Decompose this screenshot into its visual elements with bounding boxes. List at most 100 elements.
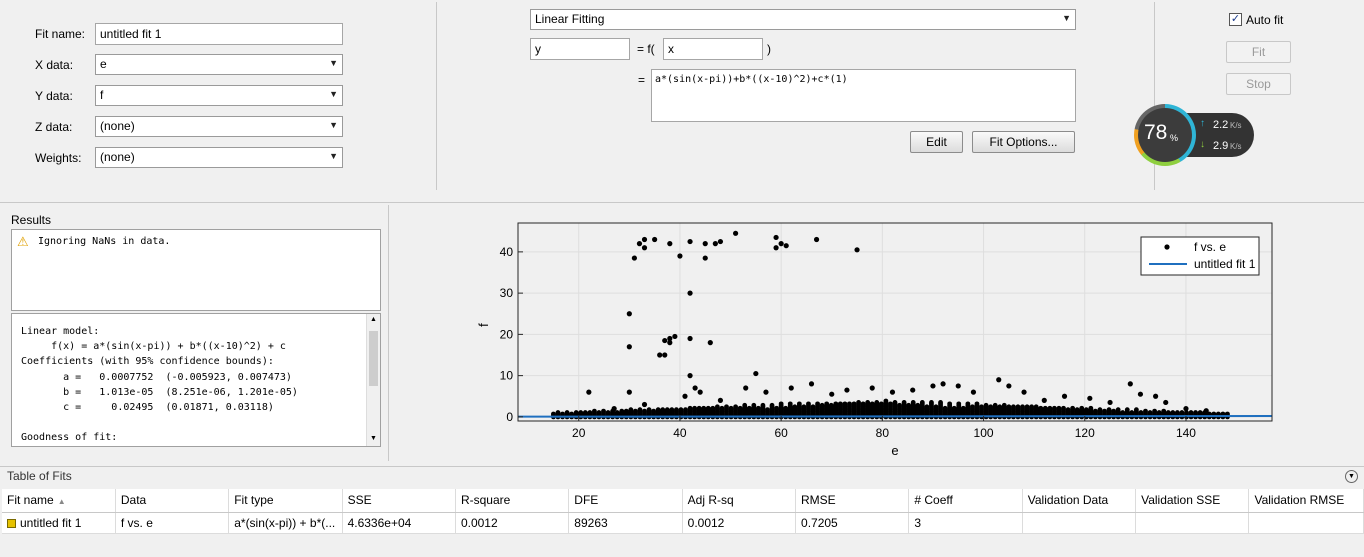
z-data-select[interactable]: (none) ▼ xyxy=(95,116,343,137)
column-header[interactable]: DFE xyxy=(568,489,683,513)
data-point xyxy=(860,401,866,407)
data-point xyxy=(743,385,749,391)
column-header[interactable]: R-square xyxy=(455,489,570,513)
fit-button[interactable]: Fit xyxy=(1226,41,1291,63)
collapse-icon[interactable]: ▼ xyxy=(1345,470,1358,483)
data-point xyxy=(631,255,637,261)
z-data-label: Z data: xyxy=(35,120,73,134)
fit-options-button[interactable]: Fit Options... xyxy=(972,131,1075,153)
data-point xyxy=(788,385,794,391)
data-point xyxy=(942,405,948,411)
table-cell-text: 0.7205 xyxy=(801,515,838,530)
data-point xyxy=(910,400,916,405)
data-point xyxy=(992,402,998,408)
data-point xyxy=(687,405,693,411)
fit-name-label: Fit name: xyxy=(35,27,86,41)
data-point xyxy=(1015,404,1021,410)
data-point xyxy=(596,410,602,415)
data-point xyxy=(605,410,611,415)
fit-name-field[interactable]: untitled fit 1 xyxy=(95,23,343,45)
data-point xyxy=(652,236,658,243)
data-point xyxy=(705,405,711,411)
column-header[interactable]: Adj R-sq xyxy=(682,489,797,513)
fit-type-value: Linear Fitting xyxy=(535,12,605,26)
x-data-value: e xyxy=(100,57,107,71)
column-header-label: Data xyxy=(120,493,147,508)
table-row[interactable]: untitled fit 1 f vs. e a*(sin(x-pi)) + b*(… xyxy=(2,512,1364,534)
upload-speed: 2.2 xyxy=(1213,119,1229,131)
fit-plot[interactable]: 20 40 60 80 100 120 140 0 10 20 30 40 e f f vs. e u… xyxy=(392,205,1364,461)
data-point xyxy=(1163,399,1169,406)
data-point xyxy=(1006,404,1012,410)
data-point xyxy=(1138,410,1144,415)
data-point xyxy=(1061,393,1068,399)
data-point xyxy=(910,387,916,393)
data-point xyxy=(1193,410,1198,415)
table-cell-text: 4.6336e+04 xyxy=(347,515,412,530)
x-tick-label: 20 xyxy=(572,426,586,440)
y-axis-label: f xyxy=(476,323,491,327)
scroll-up-icon[interactable]: ▲ xyxy=(370,316,377,323)
close-paren-label: ) xyxy=(767,42,771,56)
data-point xyxy=(672,333,678,340)
data-point xyxy=(856,400,861,405)
auto-fit-checkbox[interactable]: ✓ xyxy=(1229,13,1242,26)
column-header[interactable]: Validation RMSE xyxy=(1248,489,1364,513)
data-point xyxy=(737,405,743,411)
warning-icon: ⚠ xyxy=(17,234,29,249)
data-point xyxy=(940,381,946,387)
column-header[interactable]: Fit name ▲ xyxy=(2,489,116,513)
y-tick-label: 40 xyxy=(500,245,514,259)
column-header[interactable]: # Coeff xyxy=(908,489,1023,513)
table-cell: 0.0012 xyxy=(455,512,570,534)
data-point xyxy=(702,255,708,261)
response-field[interactable]: y xyxy=(530,38,630,60)
data-point xyxy=(1088,405,1094,411)
data-point xyxy=(865,400,871,405)
data-point xyxy=(733,404,738,410)
data-point xyxy=(1183,406,1189,412)
column-header[interactable]: Fit type xyxy=(228,489,343,513)
data-point xyxy=(783,405,789,411)
weights-select[interactable]: (none) ▼ xyxy=(95,147,343,168)
column-header[interactable]: Data xyxy=(115,489,230,513)
data-point xyxy=(717,397,724,403)
data-point xyxy=(851,401,857,407)
scroll-thumb[interactable] xyxy=(369,331,378,386)
data-point xyxy=(641,245,648,251)
column-header[interactable]: Validation SSE xyxy=(1135,489,1250,513)
data-point xyxy=(1107,399,1113,406)
data-point xyxy=(678,407,684,413)
scroll-down-icon[interactable]: ▼ xyxy=(370,435,377,442)
legend-point-marker xyxy=(1164,244,1170,250)
column-header-label: SSE xyxy=(347,493,372,508)
results-text-box[interactable]: Linear model: f(x) = a*(sin(x-pi)) + b*(… xyxy=(11,313,381,447)
table-of-fits-title: Table of Fits xyxy=(7,469,72,483)
results-scrollbar[interactable]: ▲ ▼ xyxy=(366,314,380,446)
data-point xyxy=(983,402,989,408)
x-tick-label: 120 xyxy=(1075,426,1095,440)
data-point xyxy=(796,401,802,407)
data-point xyxy=(1083,407,1089,413)
stop-button[interactable]: Stop xyxy=(1226,73,1291,95)
column-header[interactable]: RMSE xyxy=(795,489,910,513)
y-data-select[interactable]: f ▼ xyxy=(95,85,343,106)
data-point xyxy=(1065,407,1071,413)
equals-label: = xyxy=(638,73,646,87)
network-speed-widget[interactable]: 78 % ↑ 2.2 K/s ↓ 2.9 K/s xyxy=(1134,104,1256,166)
column-header[interactable]: Validation Data xyxy=(1022,489,1137,513)
edit-button[interactable]: Edit xyxy=(910,131,963,153)
table-cell-text: 0.0012 xyxy=(460,515,498,530)
predictor-field[interactable]: x xyxy=(663,38,763,60)
plot-legend[interactable]: f vs. e untitled fit 1 xyxy=(1140,236,1260,276)
data-point xyxy=(1133,407,1139,413)
data-point xyxy=(1097,407,1103,413)
column-header[interactable]: SSE xyxy=(342,489,456,513)
expression-field[interactable]: a*(sin(x-pi))+b*((x-10)^2)+c*(1) xyxy=(651,69,1076,122)
data-point xyxy=(778,241,784,247)
data-point xyxy=(1124,407,1130,413)
x-data-select[interactable]: e ▼ xyxy=(95,54,343,75)
fit-type-select[interactable]: Linear Fitting ▼ xyxy=(530,9,1076,30)
warning-text: Ignoring NaNs in data. xyxy=(38,236,171,247)
sort-ascending-icon: ▲ xyxy=(57,497,66,507)
